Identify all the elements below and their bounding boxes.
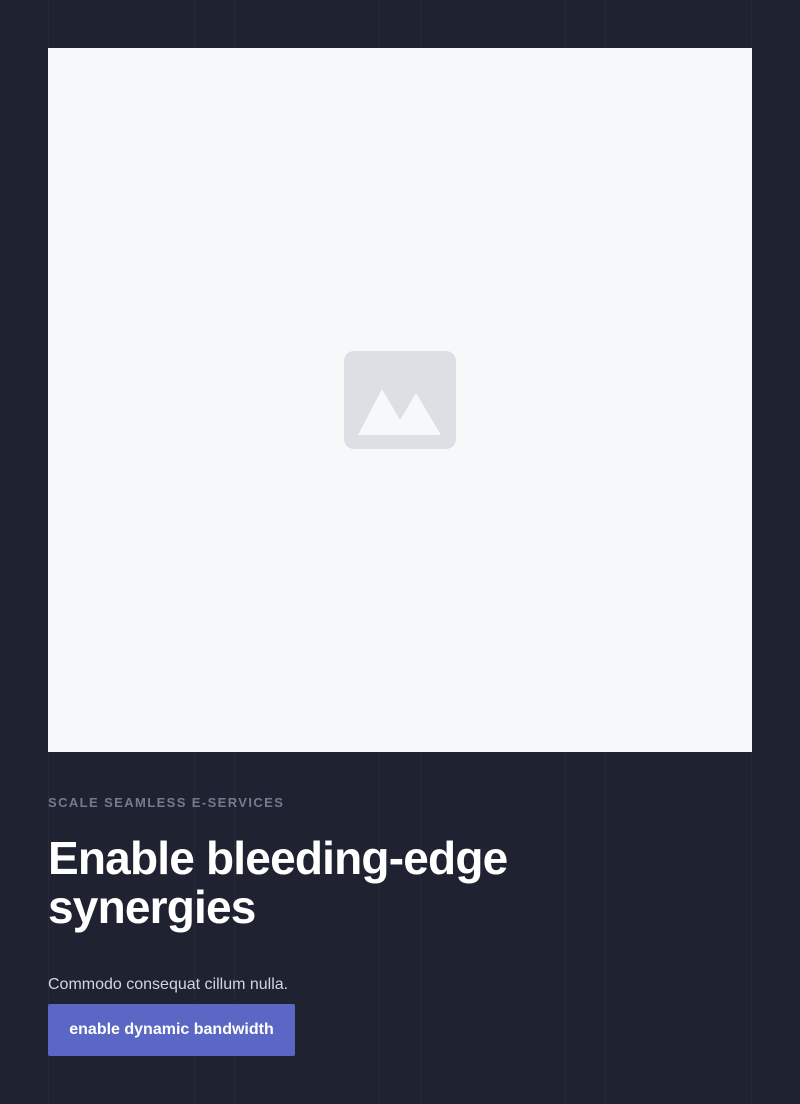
image-placeholder-icon (344, 351, 456, 449)
enable-dynamic-bandwidth-button[interactable]: enable dynamic bandwidth (48, 1004, 295, 1056)
page-title: Enable bleeding-edge synergies (48, 832, 508, 933)
eyebrow-label: SCALE SEAMLESS E-SERVICES (48, 795, 285, 810)
hero-image (48, 48, 752, 752)
description: Commodo consequat cillum nulla. (48, 976, 289, 993)
